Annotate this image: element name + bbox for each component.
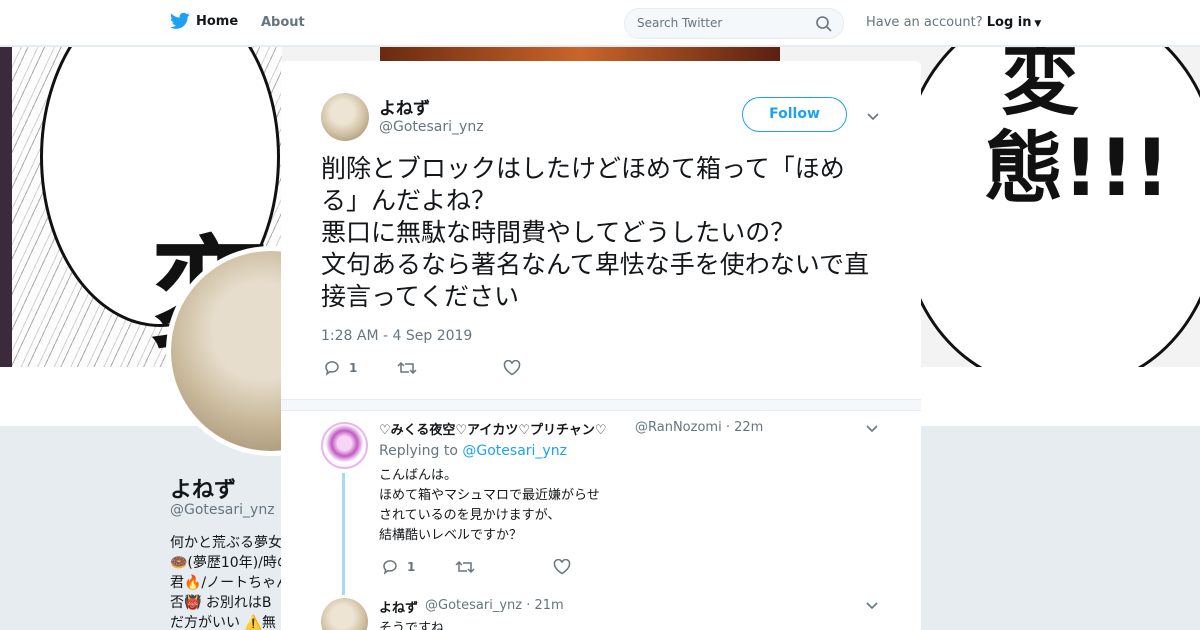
- chevron-down-icon[interactable]: [867, 110, 879, 122]
- reply-action[interactable]: 1: [323, 359, 357, 377]
- reply-line: こんばんは。: [379, 468, 458, 483]
- reply-count: 1: [407, 560, 416, 574]
- close-icon[interactable]: [1155, 13, 1179, 37]
- replying-prefix: Replying to: [379, 443, 458, 459]
- reply-author-name[interactable]: ♡みくる夜空♡アイカツ♡プリチャン♡: [379, 419, 607, 438]
- reply-author-name[interactable]: よねず: [379, 597, 418, 616]
- like-action[interactable]: [553, 559, 571, 575]
- heart-icon: [554, 559, 571, 575]
- reply-text: こんばんは。 ほめて箱やマシュマロで最近嫌がらせ されているのを見かけますが、 …: [379, 466, 600, 546]
- heart-icon: [504, 360, 521, 376]
- reply-line: 結構酷いレベルですか？: [379, 528, 523, 543]
- reply-author-meta: @Gotesari_ynz · 21m: [425, 598, 564, 613]
- reply-author-avatar[interactable]: [321, 598, 368, 630]
- tweet-author-avatar[interactable]: [321, 93, 369, 141]
- reply-author-avatar[interactable]: [321, 422, 368, 469]
- like-action[interactable]: [503, 360, 529, 376]
- retweet-icon: [455, 560, 475, 574]
- retweet-icon: [397, 361, 417, 375]
- chevron-down-icon[interactable]: [866, 422, 878, 434]
- tweet-timestamp[interactable]: 1:28 AM - 4 Sep 2019: [321, 328, 472, 344]
- tweet-actions: 1: [323, 359, 529, 377]
- thread-connector: [342, 473, 345, 595]
- reply-icon: [383, 560, 397, 575]
- chevron-down-icon[interactable]: [866, 599, 878, 611]
- reply-action[interactable]: 1: [381, 558, 415, 576]
- replying-to-link[interactable]: @Gotesari_ynz: [462, 443, 567, 459]
- tweet-modal: よねず @Gotesari_ynz Follow 削除とブロックはしたけどほめて…: [281, 61, 921, 630]
- reply-icon: [325, 361, 339, 376]
- follow-button[interactable]: Follow: [742, 97, 847, 132]
- retweet-action[interactable]: [397, 360, 425, 376]
- reply-text: そうですね...: [379, 621, 457, 630]
- replies-divider: [281, 399, 921, 411]
- replying-to: Replying to @Gotesari_ynz: [379, 443, 567, 459]
- reply-line: されているのを見かけますが、: [379, 508, 561, 523]
- reply-line: ほめて箱やマシュマロで最近嫌がらせ: [379, 488, 600, 503]
- tweet-text: 削除とブロックはしたけどほめて箱って「ほめる」んだよね？ 悪口に無駄な時間費やし…: [321, 154, 870, 311]
- retweet-action[interactable]: [455, 559, 475, 575]
- tweet-author-name[interactable]: よねず: [379, 94, 430, 119]
- reply-actions: 1: [381, 558, 571, 576]
- reply-count: 1: [349, 361, 358, 375]
- tweet-author-handle[interactable]: @Gotesari_ynz: [379, 119, 484, 135]
- reply-author-meta: @RanNozomi · 22m: [635, 420, 764, 435]
- reply-author-handle[interactable]: @Gotesari_ynz: [425, 598, 522, 613]
- reply-time[interactable]: 22m: [734, 420, 763, 435]
- reply-time[interactable]: 21m: [534, 598, 563, 613]
- reply-author-handle[interactable]: @RanNozomi: [635, 420, 722, 435]
